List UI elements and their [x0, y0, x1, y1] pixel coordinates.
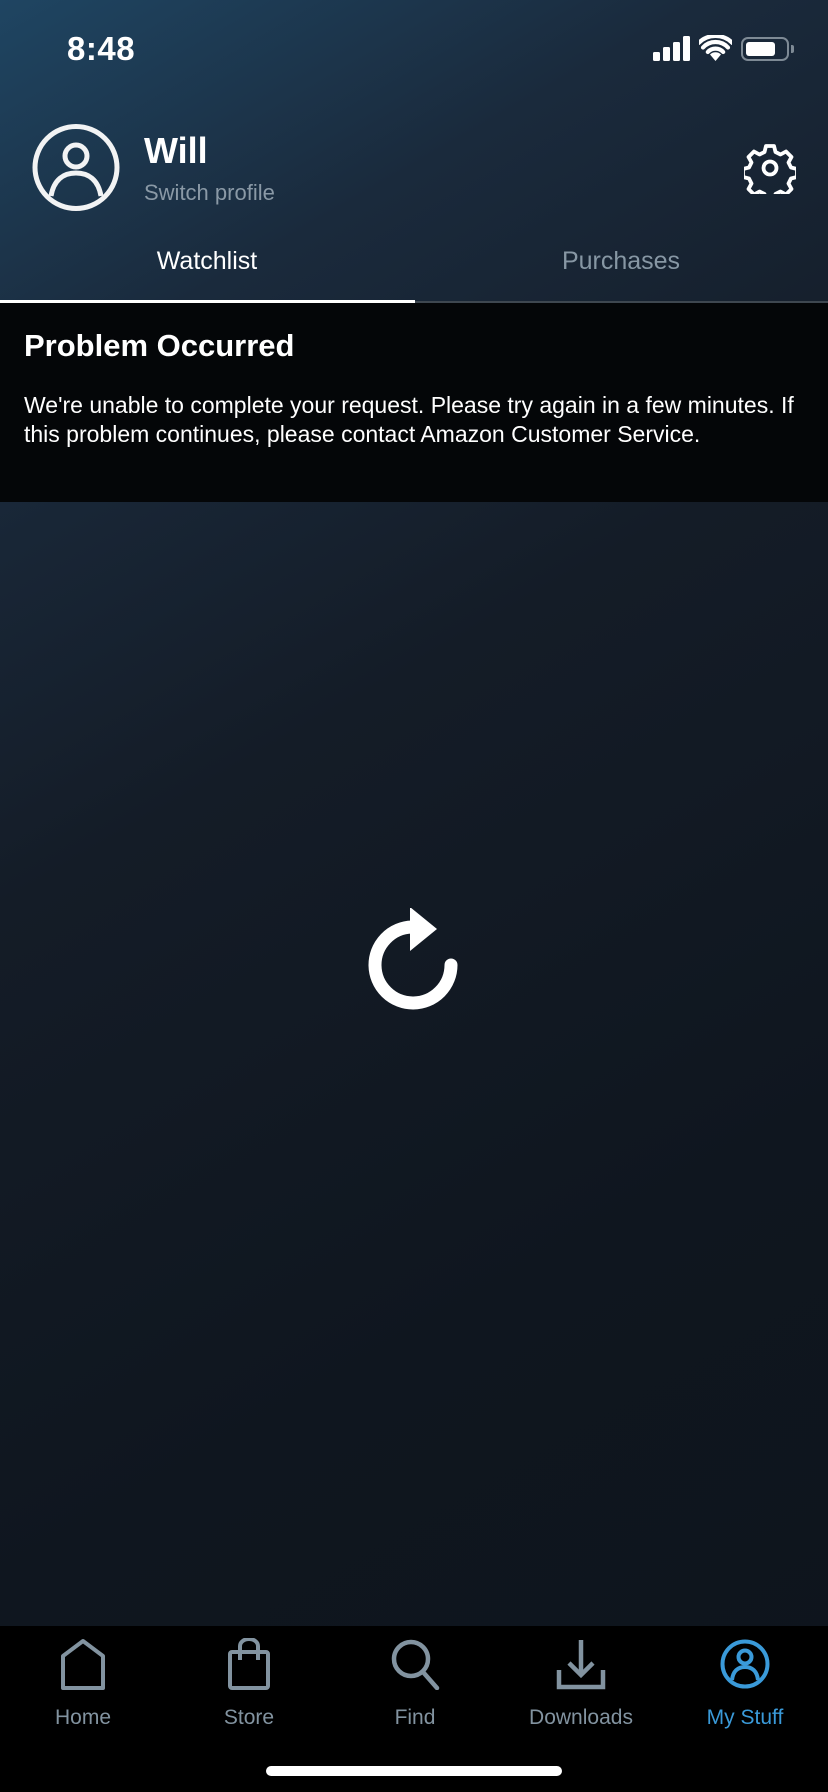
tab-purchases[interactable]: Purchases: [414, 247, 828, 276]
download-icon: [556, 1640, 606, 1690]
nav-label: My Stuff: [706, 1706, 784, 1729]
tab-watchlist[interactable]: Watchlist: [0, 247, 414, 276]
nav-label: Store: [223, 1706, 275, 1729]
app-screen: 8:48 Will Switch profile Watchlist Purch…: [0, 0, 828, 1792]
nav-label: Find: [394, 1706, 436, 1729]
cellular-signal-icon: [653, 36, 691, 61]
battery-cap: [791, 45, 794, 53]
nav-downloads[interactable]: Downloads: [498, 1626, 664, 1736]
refresh-icon[interactable]: [362, 908, 466, 1020]
battery-level: [746, 42, 775, 56]
wifi-icon: [699, 35, 732, 61]
user-circle-icon: [720, 1639, 770, 1689]
status-time: 8:48: [67, 30, 136, 67]
battery-icon: [741, 37, 789, 61]
switch-profile-link[interactable]: Switch profile: [144, 180, 275, 206]
nav-store[interactable]: Store: [166, 1626, 332, 1736]
nav-label: Home: [54, 1706, 112, 1729]
nav-my-stuff[interactable]: My Stuff: [662, 1626, 828, 1736]
error-message: We're unable to complete your request. P…: [24, 392, 794, 447]
profile-name: Will: [144, 130, 208, 171]
home-indicator[interactable]: [266, 1766, 562, 1776]
search-icon: [391, 1639, 440, 1690]
gear-icon[interactable]: [744, 142, 796, 194]
error-title: Problem Occurred: [24, 328, 295, 363]
nav-home[interactable]: Home: [0, 1626, 166, 1736]
nav-find[interactable]: Find: [332, 1626, 498, 1736]
user-circle-icon[interactable]: [32, 123, 120, 212]
nav-label: Downloads: [529, 1706, 633, 1729]
shopping-bag-icon: [228, 1638, 270, 1690]
home-icon: [61, 1639, 105, 1690]
